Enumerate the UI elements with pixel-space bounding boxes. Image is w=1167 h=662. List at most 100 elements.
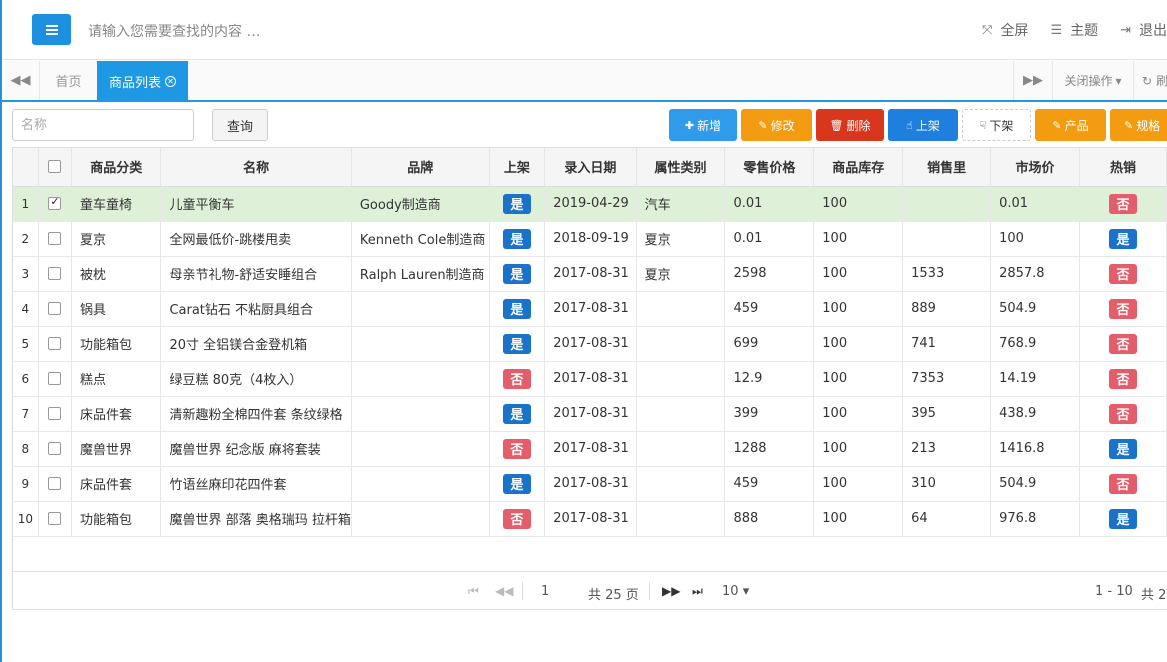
tab-product-list[interactable]: 商品列表 ✕ — [97, 61, 188, 102]
row-number: 9 — [13, 466, 39, 502]
select-all-checkbox[interactable] — [48, 160, 62, 174]
column-header[interactable]: 上架 — [489, 148, 546, 187]
row-number: 4 — [13, 291, 39, 327]
add-button[interactable]: ✚ 新增 — [669, 109, 737, 141]
row-checkbox[interactable] — [48, 195, 62, 210]
column-header[interactable]: 品牌 — [351, 148, 490, 187]
row-checkbox[interactable] — [48, 267, 62, 280]
table-row[interactable]: 5 功能箱包 20寸 全铝镁合金登机箱 是 2017-08-31 699 100 741 768… — [13, 326, 1167, 362]
spec-button[interactable]: ✎ 规格 — [1110, 109, 1167, 141]
column-header[interactable]: 名称 — [160, 148, 352, 187]
row-select-cell[interactable] — [38, 431, 72, 467]
column-header[interactable]: 热销 — [1079, 148, 1167, 187]
on-shelf-badge: 是 — [502, 473, 531, 494]
row-select-cell[interactable] — [38, 361, 72, 397]
hot-sale-badge: 否 — [1109, 368, 1138, 389]
theme-button[interactable]: ☰ 主题 — [1050, 20, 1098, 40]
table-cell-attr: 夏京 — [636, 221, 726, 257]
table-cell-price: 2598 — [724, 256, 815, 292]
row-checkbox[interactable] — [48, 337, 62, 350]
page-size-value: 10 — [722, 584, 739, 599]
table-row[interactable]: 2 夏京 全网最低价-跳楼甩卖 Kenneth Cole制造商是 2018-09-19 夏… — [13, 221, 1167, 257]
table-row[interactable]: 4 锅具 Carat钻石 不粘厨具组合 是 2017-08-31 459 100 889 504… — [13, 291, 1167, 327]
table-cell-name: 20寸 全铝镁合金登机箱 — [160, 326, 352, 362]
column-header[interactable]: 销售里 — [902, 148, 992, 187]
row-checkbox[interactable] — [48, 442, 62, 455]
row-number: 6 — [13, 361, 39, 397]
row-checkbox[interactable] — [48, 302, 62, 315]
table-row[interactable]: 8 魔兽世界 魔兽世界 纪念版 麻将套装 否 2017-08-31 1288 100 213 1… — [13, 431, 1167, 467]
hot-sale-badge: 否 — [1109, 298, 1138, 319]
table-row[interactable]: 3 被枕 母亲节礼物-舒适安睡组合 Ralph Lauren制造商是 2017-08-3… — [13, 256, 1167, 292]
global-search-input[interactable]: 请输入您需要查找的内容 … — [88, 21, 260, 41]
column-header[interactable]: 商品库存 — [813, 148, 904, 187]
tab-scroll-left-button[interactable]: ◀◀ — [2, 61, 40, 100]
row-select-cell[interactable] — [38, 221, 72, 257]
close-tab-icon[interactable]: ✕ — [165, 76, 176, 87]
row-checkbox[interactable] — [48, 232, 62, 245]
hot-sale-badge: 否 — [1109, 333, 1138, 354]
menu-toggle-button[interactable] — [32, 14, 71, 45]
first-page-icon[interactable]: ⏮ — [468, 584, 479, 599]
query-button[interactable]: 查询 — [212, 109, 268, 141]
prev-page-icon[interactable]: ◀◀ — [495, 584, 513, 598]
row-checkbox[interactable] — [48, 372, 62, 385]
row-checkbox[interactable] — [48, 407, 62, 420]
refresh-button[interactable]: ↻ 刷 — [1142, 61, 1167, 100]
edit-button[interactable]: ✎ 修改 — [741, 109, 812, 141]
tab-product-list-label: 商品列表 — [108, 76, 161, 91]
table-cell-hot: 否 — [1079, 326, 1167, 362]
column-header[interactable]: 商品分类 — [71, 148, 162, 187]
table-cell-attr — [636, 431, 726, 467]
last-page-icon[interactable]: ⏭ — [692, 584, 703, 599]
table-cell-price: 1288 — [724, 431, 815, 467]
product-button[interactable]: ✎ 产品 — [1035, 109, 1106, 141]
row-checkbox[interactable] — [48, 512, 62, 525]
next-page-icon[interactable]: ▶▶ — [662, 584, 680, 598]
table-row[interactable]: 6 糕点 绿豆糕 80克（4枚入） 否 2017-08-31 12.9 100 7353 14.… — [13, 361, 1167, 397]
tab-scroll-right-button[interactable]: ▶▶ — [1013, 61, 1053, 100]
column-header[interactable]: 零售价格 — [724, 148, 815, 187]
tab-home[interactable]: 首页 — [40, 61, 97, 100]
row-select-cell[interactable] — [38, 256, 72, 292]
table-cell-hot: 是 — [1079, 501, 1167, 537]
row-select-cell[interactable] — [38, 466, 72, 502]
name-search-input[interactable] — [12, 109, 194, 141]
row-checkbox[interactable] — [48, 477, 62, 490]
table-row[interactable]: 9 床品件套 竹语丝麻印花四件套 是 2017-08-31 459 100 310 504.9 否 — [13, 466, 1167, 502]
edit-icon: ✎ — [1052, 118, 1062, 132]
table-row[interactable]: 10 功能箱包 魔兽世界 部落 奥格瑞玛 拉杆箱 否 2017-08-31 888 100 6… — [13, 501, 1167, 537]
row-select-cell[interactable] — [38, 396, 72, 432]
row-number: 1 — [13, 186, 39, 222]
select-all-header[interactable] — [38, 148, 72, 187]
fullscreen-label: 全屏 — [1000, 23, 1029, 39]
table-cell-sales: 741 — [902, 326, 992, 362]
hand-up-icon: ☝ — [906, 118, 913, 132]
fullscreen-button[interactable]: ⤧ 全屏 — [982, 20, 1028, 40]
plus-icon: ✚ — [684, 118, 695, 132]
close-operations-dropdown[interactable]: 关闭操作 ▾ — [1053, 61, 1134, 100]
table-row[interactable]: 7 床品件套 清新趣粉全棉四件套 条纹绿格 是 2017-08-31 399 100 395 4… — [13, 396, 1167, 432]
current-page-input[interactable]: 1 — [541, 584, 549, 599]
shelf-on-button[interactable]: ☝ 上架 — [888, 109, 958, 141]
row-select-cell[interactable] — [38, 291, 72, 327]
delete-button[interactable]: 🗑 删除 — [816, 109, 884, 141]
on-shelf-badge: 否 — [502, 508, 531, 529]
shelf-off-button[interactable]: ☟ 下架 — [962, 109, 1031, 141]
table-row[interactable]: 1童车童椅儿童平衡车Goody制造商是2019-04-29汽车0.011000.… — [13, 186, 1167, 222]
row-select-cell[interactable] — [38, 186, 72, 222]
row-select-cell[interactable] — [38, 501, 72, 537]
logout-button[interactable]: ⇥ 退出 — [1120, 20, 1167, 40]
trash-icon: 🗑 — [829, 118, 844, 132]
row-select-cell[interactable] — [38, 326, 72, 362]
table-cell-brand: Goody制造商 — [351, 186, 490, 222]
table-cell-price: 888 — [724, 501, 815, 537]
column-header[interactable]: 录入日期 — [544, 148, 637, 187]
column-header[interactable]: 属性类别 — [636, 148, 726, 187]
page-size-select[interactable]: 10 ▾ — [722, 584, 749, 599]
table-cell-market: 0.01 — [990, 186, 1081, 222]
table-cell-hot: 是 — [1079, 431, 1167, 467]
table-cell-stock: 100 — [813, 361, 904, 397]
table-cell-brand — [351, 361, 490, 397]
column-header[interactable]: 市场价 — [990, 148, 1081, 187]
